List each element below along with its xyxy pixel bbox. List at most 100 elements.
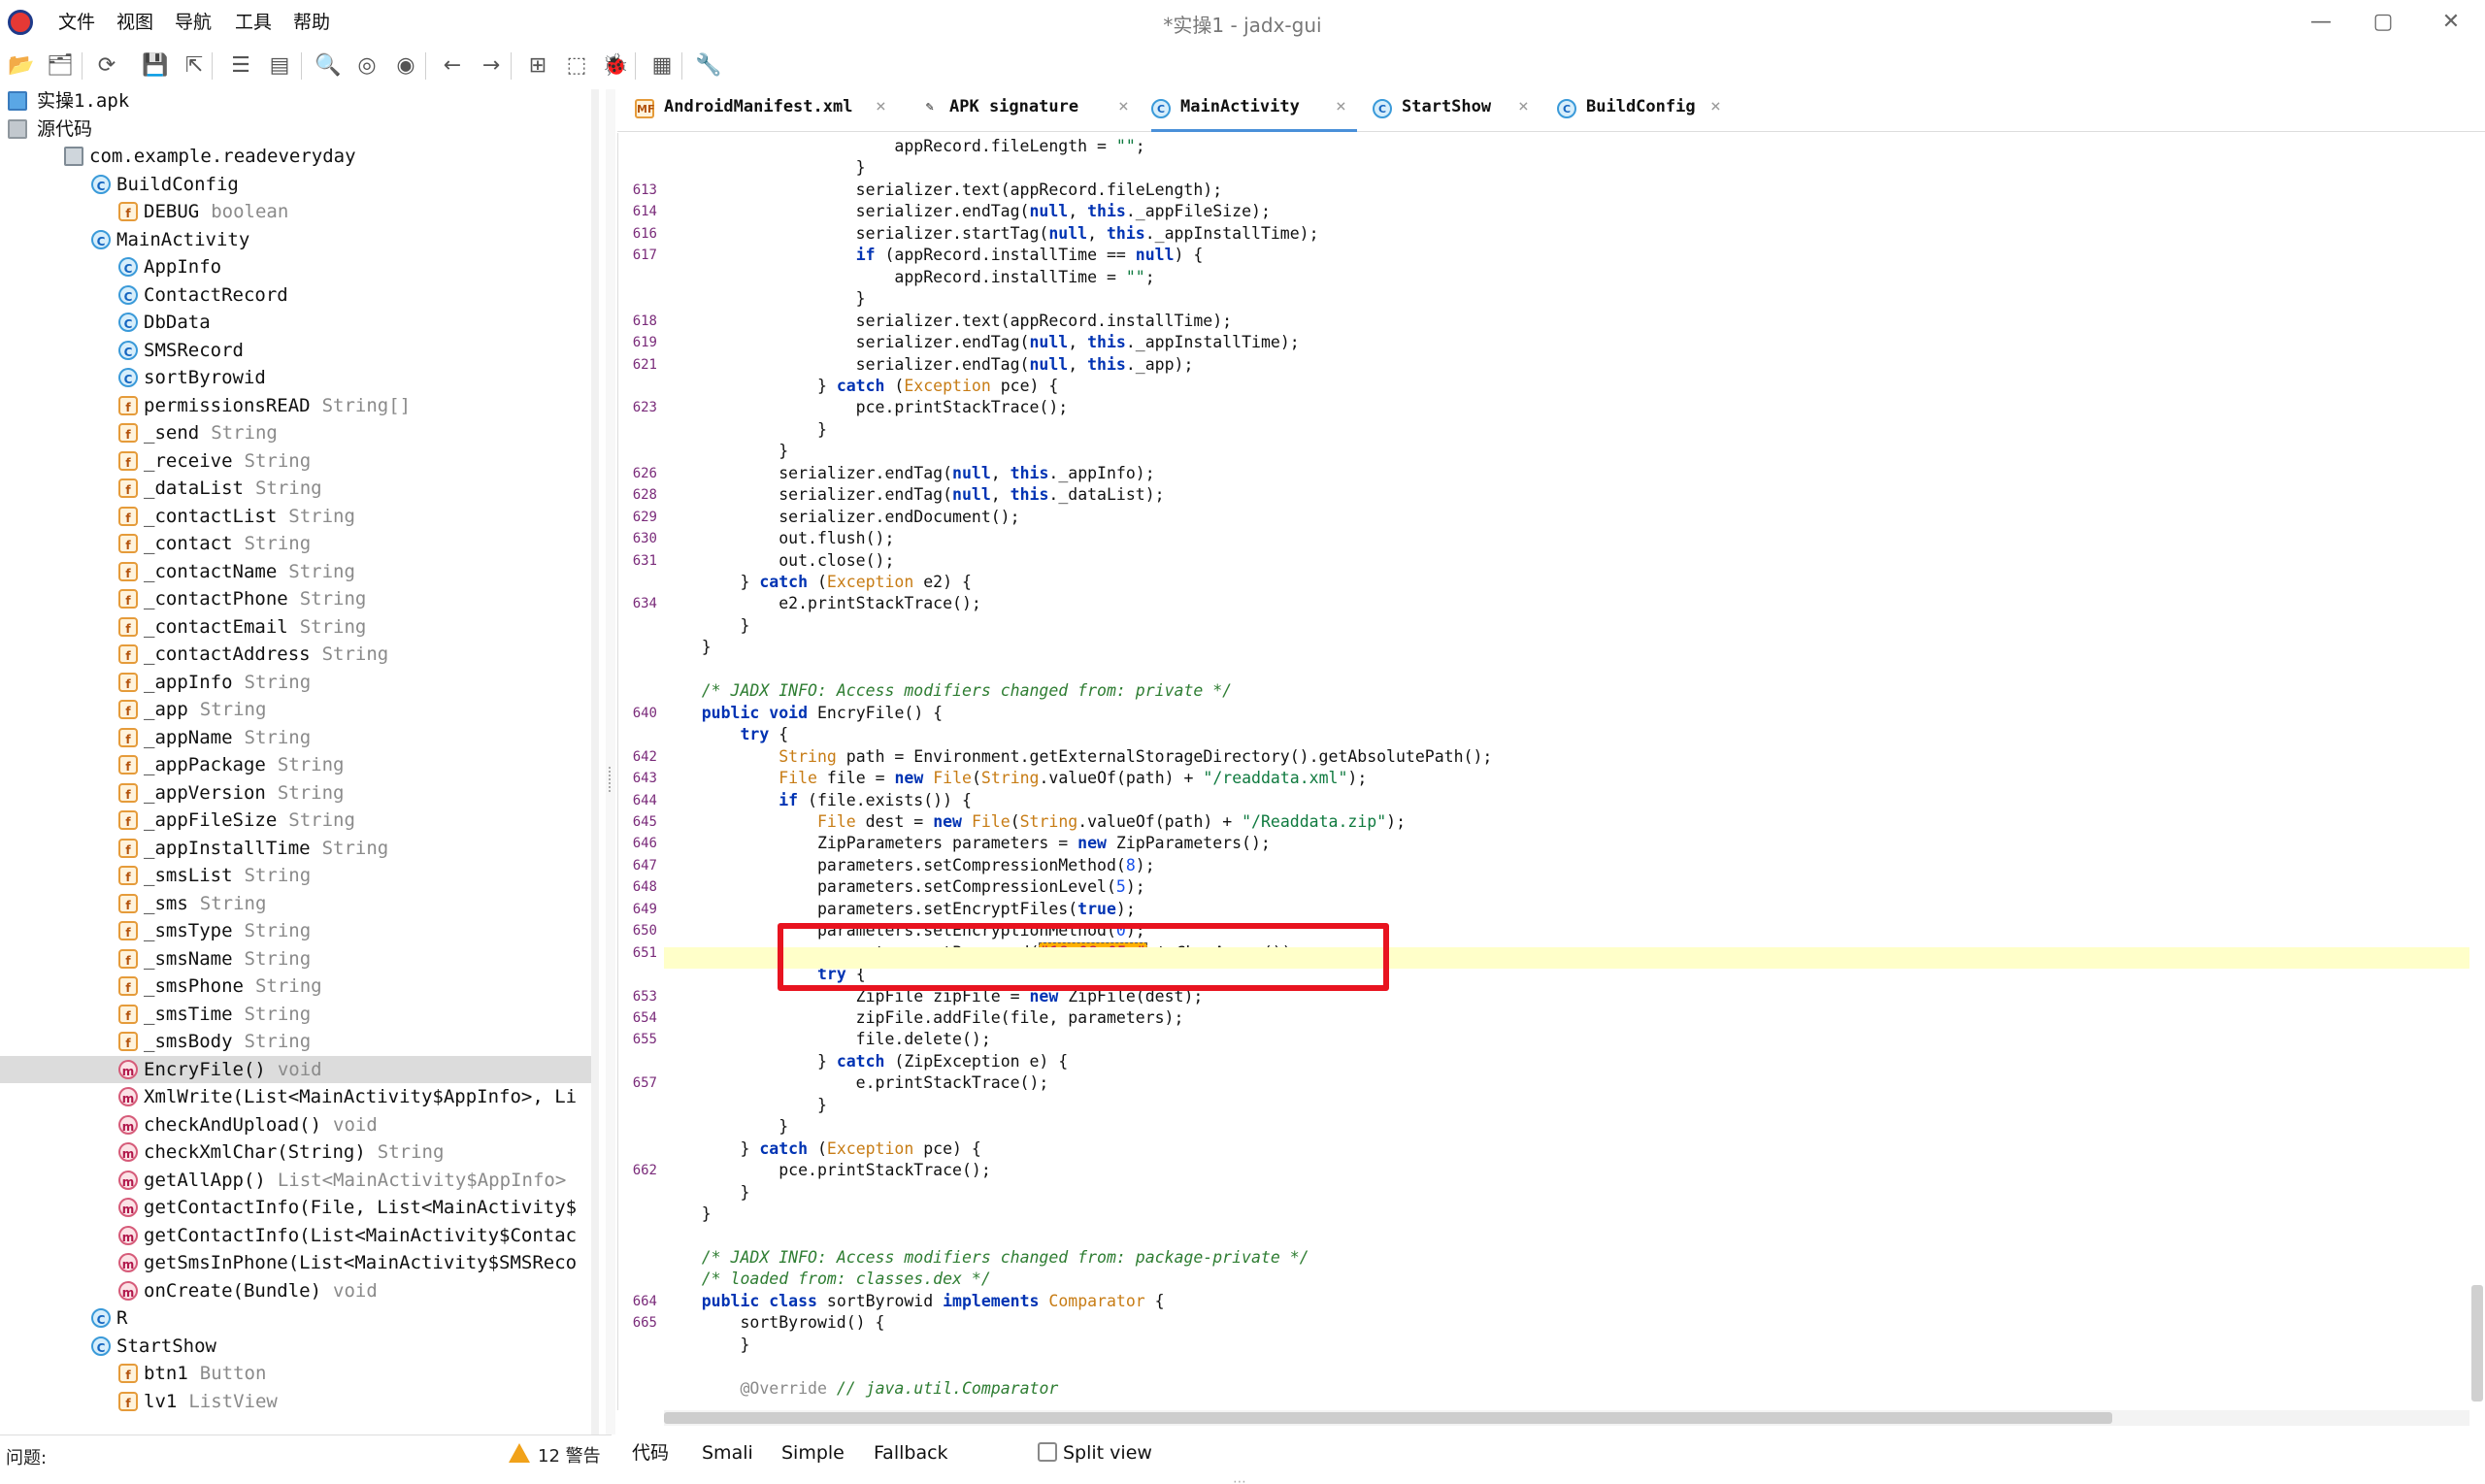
tab-code[interactable]: 代码 [632,1433,669,1475]
code-line[interactable]: @Override // java.util.Comparator [663,1378,1058,1400]
code-line[interactable]: } catch (Exception pce) { [663,1138,980,1160]
splitter-grip[interactable] [609,767,613,792]
tab-fallback[interactable]: Fallback [874,1433,948,1475]
tab-close-icon[interactable]: × [1118,85,1129,128]
code-line[interactable]: } [663,615,749,637]
panel-splitter[interactable] [606,89,615,1435]
code-line[interactable]: serializer.endTag(null, this._app); [663,354,1194,376]
code-line[interactable]: appRecord.fileLength = ""; [663,136,1144,157]
code-line[interactable]: } [663,419,827,441]
split-view-checkbox[interactable] [1038,1442,1057,1462]
tab-androidmanifest-xml[interactable]: MF AndroidManifest.xml × [635,85,897,132]
back-icon[interactable]: ← [437,50,468,82]
code-line[interactable]: /* JADX INFO: Access modifiers changed f… [663,1247,1309,1269]
reload-icon[interactable]: ⟳ [91,50,122,82]
code-line[interactable]: serializer.endTag(null, this._appFileSiz… [663,201,1271,222]
code-line[interactable]: public void EncryFile() { [663,703,943,724]
forward-icon[interactable]: → [476,50,507,82]
code-vertical-scrollbar[interactable] [2469,133,2485,1410]
tab-simple[interactable]: Simple [781,1433,845,1475]
close-window-button[interactable]: ✕ [2427,6,2475,39]
code-line[interactable]: sortByrowid() { [663,1312,884,1334]
tab-close-icon[interactable]: × [1336,85,1346,128]
code-line[interactable]: serializer.startTag(null, this._appInsta… [663,223,1319,245]
code-line[interactable]: } [663,1116,788,1138]
warning-icon[interactable] [509,1443,530,1463]
code-line[interactable]: } [663,1182,749,1204]
code-line[interactable]: serializer.text(appRecord.fileLength); [663,180,1223,201]
deobfuscate-icon[interactable]: ◉ [390,50,421,82]
log-viewer-icon[interactable]: ⊞ [522,50,553,82]
tab-close-icon[interactable]: × [1518,85,1529,128]
code-line[interactable]: out.close(); [663,550,894,572]
open-file-icon[interactable]: 📂 [6,50,37,82]
code-line[interactable]: } catch (Exception e2) { [663,572,971,593]
tab-close-icon[interactable]: × [1710,85,1721,128]
project-tree[interactable]: 实操1.apk 源代码 com.example.readeveryday C Build… [0,89,592,1435]
code-line[interactable]: if (file.exists()) { [663,790,972,811]
code-line[interactable]: serializer.endTag(null, this._appInstall… [663,332,1300,353]
code-line[interactable]: } [663,1204,712,1225]
split-view-label[interactable]: Split view [1063,1433,1152,1475]
code-line[interactable]: } [663,288,866,310]
code-horizontal-scroll-thumb[interactable] [664,1412,2112,1424]
code-line[interactable]: } [663,1095,827,1116]
code-line[interactable]: try { [663,724,788,745]
flatten-packages-icon[interactable]: ▤ [264,50,295,82]
maximize-button[interactable]: ▢ [2359,6,2407,39]
code-line[interactable]: pce.printStackTrace(); [663,397,1069,418]
code-editor[interactable]: appRecord.fileLength = ""; } 613 serializ… [617,133,2471,1410]
code-line[interactable]: public class sortByrowid implements Comp… [663,1291,1165,1312]
code-vertical-scroll-thumb[interactable] [2471,1285,2483,1402]
warnings-count[interactable]: 12 警告 [538,1442,601,1468]
tree-scrollbar[interactable] [591,89,599,1435]
minimize-button[interactable]: — [2297,6,2345,39]
code-line[interactable]: e.printStackTrace(); [663,1072,1049,1094]
code-line[interactable]: serializer.text(appRecord.installTime); [663,311,1232,332]
tab-smali[interactable]: Smali [702,1433,753,1475]
code-line[interactable]: serializer.endDocument(); [663,507,1019,528]
code-line[interactable]: } [663,157,866,179]
method-node[interactable]: m EncryFile() void [0,1055,591,1083]
code-line[interactable]: pce.printStackTrace(); [663,1160,991,1181]
code-line[interactable]: parameters.setCompressionMethod(8); [663,855,1155,876]
code-line[interactable]: } [663,637,712,658]
code-line[interactable]: String path = Environment.getExternalSto… [663,746,1492,768]
code-line[interactable]: /* JADX INFO: Access modifiers changed f… [663,680,1232,702]
code-line[interactable]: File file = new File(String.valueOf(path… [663,768,1367,789]
preferences-icon[interactable]: 🔧 [693,50,724,82]
code-line[interactable]: } catch (ZipException e) { [663,1051,1068,1072]
code-line[interactable]: out.flush(); [663,528,894,549]
code-line[interactable]: File dest = new File(String.valueOf(path… [663,811,1406,833]
tab-mainactivity[interactable]: C MainActivity × [1151,85,1357,132]
export-icon[interactable]: ⇱ [179,50,210,82]
code-line[interactable]: e2.printStackTrace(); [663,593,981,614]
code-line[interactable]: serializer.endTag(null, this._appInfo); [663,463,1154,484]
code-line[interactable]: /* loaded from: classes.dex */ [663,1269,991,1290]
code-line[interactable]: file.delete(); [663,1029,991,1050]
resize-grip-icon[interactable]: ⋯ [1233,1474,1246,1484]
code-line[interactable]: } [663,1335,749,1356]
tab-apk-signature[interactable]: ✎ APK signature × [920,85,1140,132]
code-line[interactable]: parameters.setEncryptFiles(true); [663,899,1136,920]
code-line[interactable]: appRecord.installTime = ""; [663,267,1154,288]
quark-icon[interactable]: ⬚ [561,50,592,82]
sync-tree-icon[interactable]: ☰ [225,50,256,82]
code-line[interactable]: ZipParameters parameters = new ZipParame… [663,833,1271,854]
tab-buildconfig[interactable]: C BuildConfig × [1557,85,1732,132]
code-line[interactable]: serializer.endTag(null, this._dataList); [663,484,1164,506]
tree-node-label: StartShow [116,1333,216,1360]
add-files-icon[interactable]: 🗂 [45,50,76,82]
tab-close-icon[interactable]: × [876,85,886,128]
code-line[interactable]: if (appRecord.installTime == null) { [663,245,1204,266]
tab-startshow[interactable]: C StartShow × [1373,85,1540,132]
code-line[interactable]: parameters.setCompressionLevel(5); [663,876,1145,898]
save-all-icon[interactable]: 💾 [140,50,171,82]
show-log-icon[interactable]: ▦ [646,50,678,82]
code-line[interactable]: } [663,441,788,462]
code-line[interactable]: } catch (Exception pce) { [663,376,1058,397]
debugger-icon[interactable]: 🐞 [600,50,631,82]
find-usage-icon[interactable]: ◎ [351,50,382,82]
search-icon[interactable]: 🔍 [313,50,344,82]
code-line[interactable]: zipFile.addFile(file, parameters); [663,1007,1184,1029]
